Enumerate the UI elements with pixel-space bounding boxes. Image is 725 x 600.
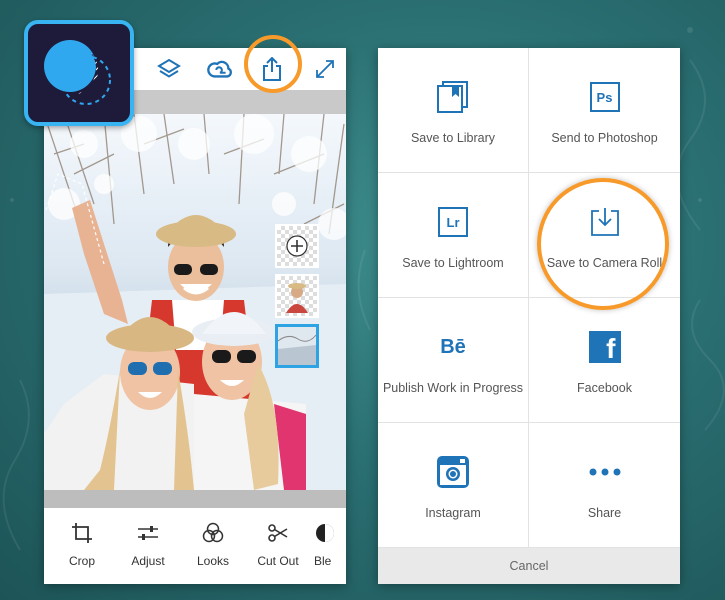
tool-cut-out[interactable]: Cut Out: [248, 522, 308, 568]
winter-layer-thumb[interactable]: [275, 324, 319, 368]
save-to-library-label: Save to Library: [410, 131, 496, 145]
tool-adjust-label: Adjust: [131, 554, 165, 568]
library-icon: [436, 80, 470, 114]
tool-adjust[interactable]: Adjust: [118, 522, 178, 568]
share-menu: Save to Library Ps Send to Photoshop Lr …: [378, 48, 680, 584]
looks-icon: [202, 522, 224, 543]
facebook-icon: f: [588, 330, 622, 364]
layer-thumbnails: [275, 224, 323, 374]
plus-icon: [286, 235, 308, 257]
instagram-option[interactable]: Instagram: [378, 423, 529, 548]
landscape-thumbnail-icon: [278, 327, 316, 365]
expand-icon[interactable]: [312, 56, 338, 82]
editor-toolbar: Crop Adjust Looks Cut Out Ble: [44, 508, 346, 584]
facebook-option[interactable]: f Facebook: [529, 298, 680, 423]
layers-icon[interactable]: [156, 56, 182, 82]
cut-out-icon: [268, 524, 288, 542]
save-to-library-option[interactable]: Save to Library: [378, 48, 529, 173]
camera-roll-highlight-ring: [537, 178, 669, 310]
cancel-button[interactable]: Cancel: [378, 548, 680, 584]
photo-layer-thumb[interactable]: [275, 274, 319, 318]
publish-work-in-progress-option[interactable]: Bē Publish Work in Progress: [378, 298, 529, 423]
adjust-icon: [138, 526, 158, 540]
add-layer-button[interactable]: [275, 224, 319, 268]
app-logo-icon: [44, 40, 111, 105]
tool-crop[interactable]: Crop: [52, 522, 112, 568]
creative-cloud-icon[interactable]: [207, 56, 233, 82]
save-to-lightroom-option[interactable]: Lr Save to Lightroom: [378, 173, 529, 298]
facebook-label: Facebook: [577, 381, 632, 395]
more-icon: [588, 455, 622, 489]
instagram-label: Instagram: [425, 506, 481, 520]
share-label: Share: [587, 506, 622, 520]
tool-looks[interactable]: Looks: [183, 522, 243, 568]
tool-crop-label: Crop: [68, 554, 95, 568]
people-thumbnail-icon: [286, 283, 308, 313]
send-to-photoshop-option[interactable]: Ps Send to Photoshop: [529, 48, 680, 173]
canvas-bottom-strip: [44, 490, 346, 508]
lightroom-icon: Lr: [436, 205, 470, 239]
editor-screen: Crop Adjust Looks Cut Out Ble: [44, 48, 346, 584]
publish-work-in-progress-label: Publish Work in Progress: [382, 381, 524, 395]
send-to-photoshop-label: Send to Photoshop: [551, 131, 658, 145]
crop-icon: [72, 523, 92, 543]
tool-blend-label: Ble: [314, 554, 332, 568]
photoshop-mix-app-icon: [24, 20, 134, 126]
save-to-lightroom-label: Save to Lightroom: [402, 256, 504, 270]
tool-looks-label: Looks: [196, 554, 230, 568]
share-option[interactable]: Share: [529, 423, 680, 548]
photoshop-icon: Ps: [588, 80, 622, 114]
instagram-icon: [436, 455, 470, 489]
behance-icon: Bē: [440, 335, 466, 358]
tool-cut-out-label: Cut Out: [257, 554, 299, 568]
share-highlight-ring: [244, 35, 302, 93]
tool-blend[interactable]: Ble: [314, 522, 346, 568]
blend-icon: [316, 524, 334, 542]
